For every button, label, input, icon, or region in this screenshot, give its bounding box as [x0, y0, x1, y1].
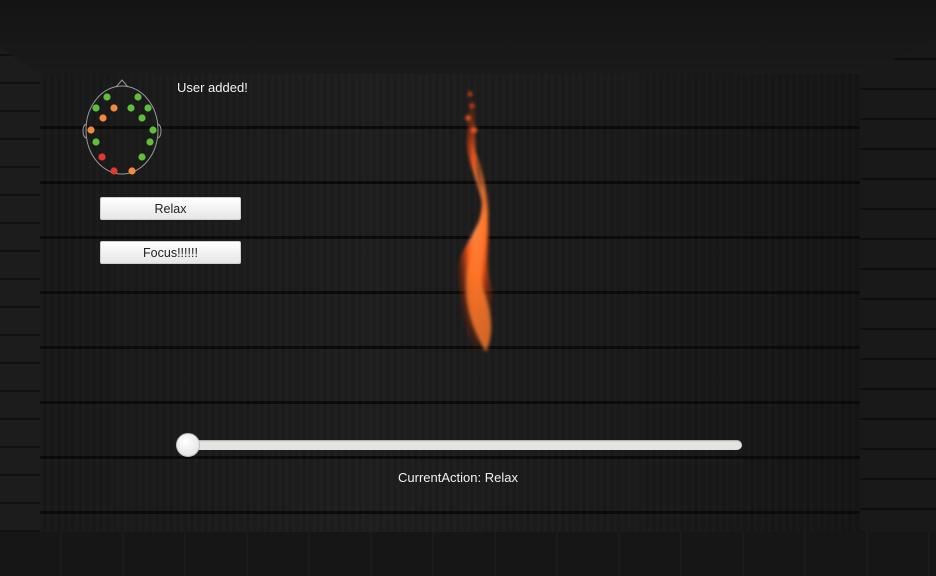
sensor-dot [99, 114, 107, 122]
sensor-dot [134, 93, 142, 101]
sensor-dot [138, 114, 146, 122]
slider-handle[interactable] [176, 433, 200, 457]
sensor-dot [92, 104, 100, 112]
sensor-dot [144, 104, 152, 112]
sensor-dot [92, 138, 100, 146]
sensor-dot [149, 126, 157, 134]
flame-effect [454, 80, 499, 357]
game-scene: User added! Relax Focus!!!!!! CurrentAct… [0, 0, 936, 576]
sensor-dot [98, 153, 106, 161]
sensor-dot [110, 167, 118, 175]
action-slider[interactable] [176, 433, 742, 457]
sensor-dot [87, 126, 95, 134]
relax-button[interactable]: Relax [100, 197, 241, 220]
status-message: User added! [177, 80, 248, 95]
current-action-label: CurrentAction: Relax [398, 470, 518, 485]
ceiling [0, 0, 936, 76]
sensor-dot [138, 153, 146, 161]
sensor-dot [146, 138, 154, 146]
floor [0, 532, 936, 576]
slider-track[interactable] [176, 440, 742, 450]
sensor-dot [127, 104, 135, 112]
sensor-dot [103, 93, 111, 101]
sensor-dot [128, 167, 136, 175]
sensor-dot [110, 104, 118, 112]
focus-button[interactable]: Focus!!!!!! [100, 241, 241, 264]
eeg-headset-icon [82, 79, 162, 175]
